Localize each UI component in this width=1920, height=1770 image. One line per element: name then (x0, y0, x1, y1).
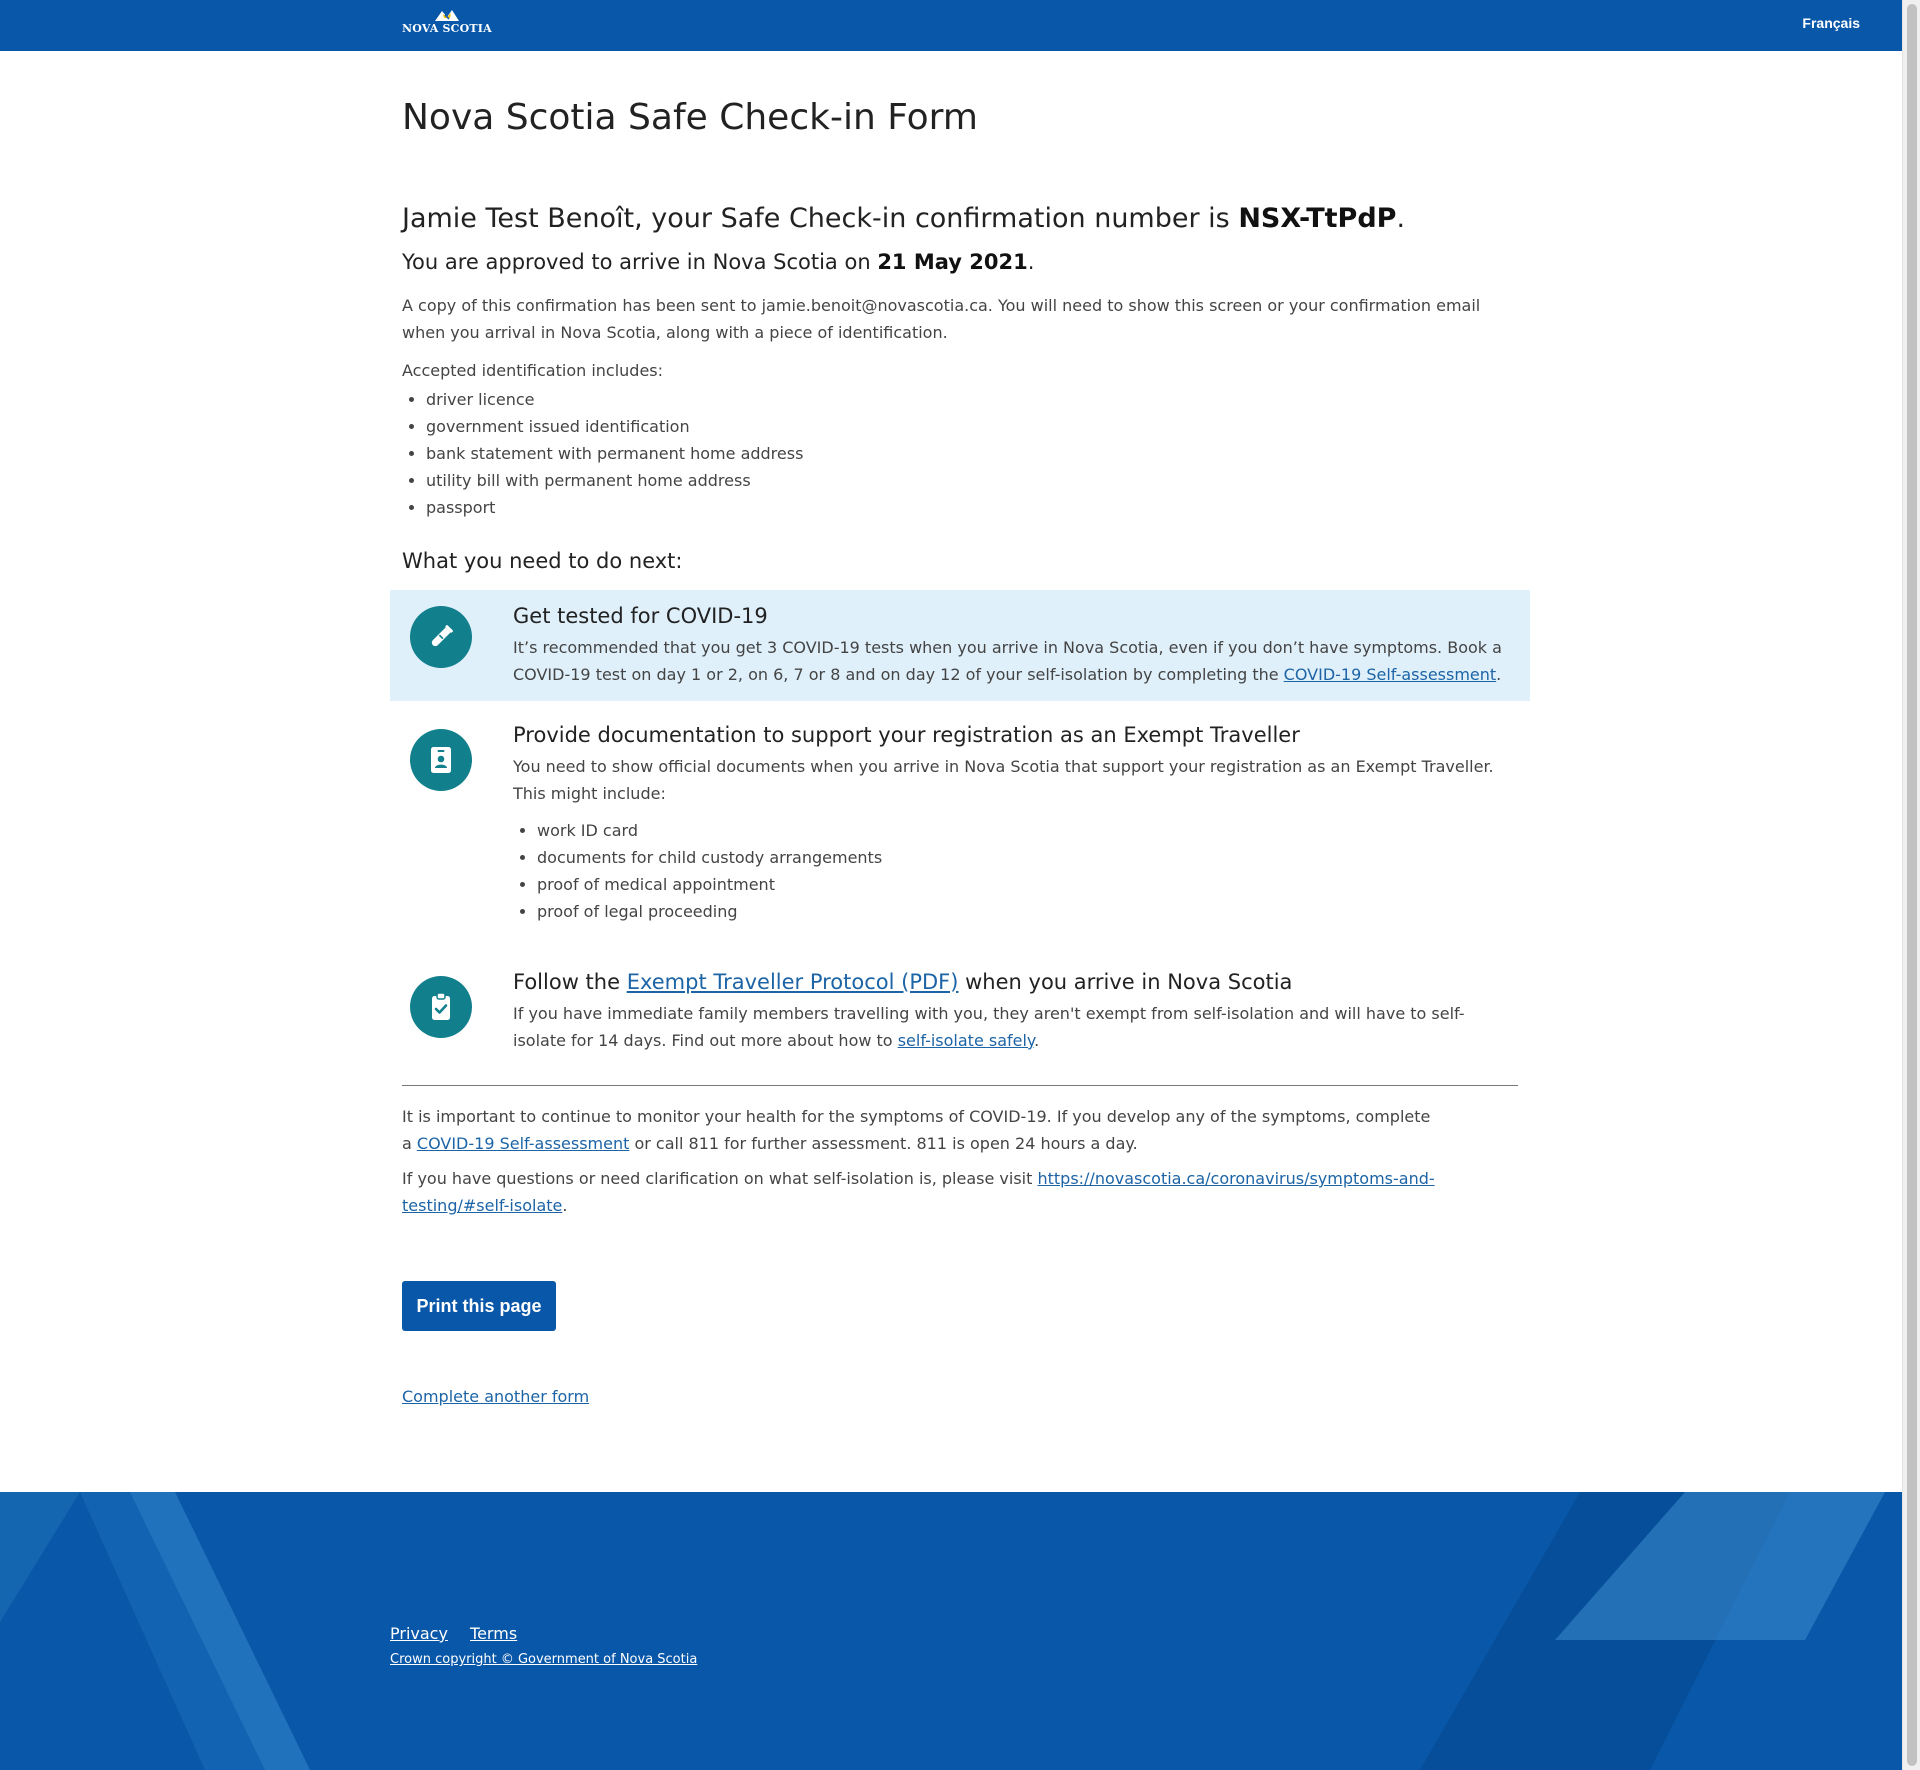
section-divider (402, 1085, 1518, 1086)
self-isolate-safely-link[interactable]: self-isolate safely (898, 1031, 1034, 1050)
list-item: utility bill with permanent home address (426, 467, 803, 494)
text-part: or call 811 for further assessment. 811 … (629, 1134, 1138, 1153)
exempt-traveller-protocol-link[interactable]: Exempt Traveller Protocol (PDF) (627, 970, 959, 994)
documentation-list: work ID card documents for child custody… (513, 817, 1513, 925)
footer-links: Privacy Terms (390, 1624, 534, 1643)
approval-line: You are approved to arrive in Nova Scoti… (402, 250, 1034, 274)
privacy-link[interactable]: Privacy (390, 1624, 448, 1643)
logo-text: NOVA SCOTIA (402, 22, 492, 35)
identification-intro: Accepted identification includes: (402, 361, 664, 380)
terms-link[interactable]: Terms (470, 1624, 517, 1643)
covid-self-assessment-link[interactable]: COVID-19 Self-assessment (1284, 665, 1497, 684)
print-page-button[interactable]: Print this page (402, 1281, 556, 1331)
identification-list: driver licence government issued identif… (402, 386, 803, 521)
page-title: Nova Scotia Safe Check-in Form (402, 97, 978, 138)
list-item: government issued identification (426, 413, 803, 440)
test-tube-icon (410, 606, 472, 668)
top-navigation-bar: NOVA SCOTIA Français (0, 0, 1902, 51)
list-item: proof of legal proceeding (537, 898, 1513, 925)
step-title: Provide documentation to support your re… (513, 723, 1300, 747)
step-body: Provide documentation to support your re… (513, 723, 1513, 925)
step-title-part: Follow the (513, 970, 627, 994)
confirmation-heading: Jamie Test Benoît, your Safe Check-in co… (402, 203, 1405, 234)
list-item: passport (426, 494, 803, 521)
step-provide-documentation: Provide documentation to support your re… (390, 709, 1530, 969)
step-text: It’s recommended that you get 3 COVID-19… (513, 634, 1513, 688)
step-title: Follow the Exempt Traveller Protocol (PD… (513, 970, 1513, 994)
next-steps-heading: What you need to do next: (402, 549, 683, 573)
covid-self-assessment-link[interactable]: COVID-19 Self-assessment (417, 1134, 630, 1153)
step-body: Get tested for COVID-19 It’s recommended… (513, 604, 1513, 688)
language-toggle-link[interactable]: Français (1802, 15, 1860, 31)
list-item: bank statement with permanent home addre… (426, 440, 803, 467)
footer-background-pattern (0, 1492, 1885, 1770)
step-text: You need to show official documents when… (513, 757, 1494, 803)
step-title-part: when you arrive in Nova Scotia (958, 970, 1293, 994)
questions-text: If you have questions or need clarificat… (402, 1165, 1442, 1219)
footer: Privacy Terms Crown copyright © Governme… (0, 1492, 1902, 1770)
approval-suffix: . (1027, 250, 1035, 274)
list-item: driver licence (426, 386, 803, 413)
list-item: documents for child custody arrangements (537, 844, 1513, 871)
step-text-part: . (1496, 665, 1502, 684)
approval-date: 21 May 2021 (877, 250, 1028, 274)
confirmation-copy-text: A copy of this confirmation has been sen… (402, 296, 1481, 342)
nova-scotia-logo[interactable]: NOVA SCOTIA (402, 9, 492, 35)
confirmation-suffix: . (1396, 203, 1406, 234)
monitor-health-text: It is important to continue to monitor y… (402, 1103, 1442, 1157)
confirmation-number: NSX-TtPdP (1238, 203, 1397, 234)
complete-another-form-link[interactable]: Complete another form (402, 1387, 589, 1406)
text-part: If you have questions or need clarificat… (402, 1169, 1038, 1188)
clipboard-check-icon (410, 976, 472, 1038)
step-text: If you have immediate family members tra… (513, 1000, 1513, 1054)
scrollbar[interactable] (1902, 0, 1920, 1770)
scrollbar-thumb[interactable] (1907, 4, 1917, 1766)
id-badge-icon (410, 729, 472, 791)
step-body: Follow the Exempt Traveller Protocol (PD… (513, 970, 1513, 1054)
step-follow-protocol: Follow the Exempt Traveller Protocol (PD… (390, 956, 1530, 1071)
flag-icon (435, 10, 459, 21)
list-item: proof of medical appointment (537, 871, 1513, 898)
confirmation-prefix: Jamie Test Benoît, your Safe Check-in co… (402, 203, 1239, 234)
text-part: . (562, 1196, 568, 1215)
copyright: Crown copyright © Government of Nova Sco… (390, 1652, 697, 1667)
approval-prefix: You are approved to arrive in Nova Scoti… (402, 250, 878, 274)
crown-copyright-link[interactable]: Crown copyright © Government of Nova Sco… (390, 1652, 697, 1667)
step-text-part: . (1034, 1031, 1040, 1050)
step-title: Get tested for COVID-19 (513, 604, 768, 628)
list-item: work ID card (537, 817, 1513, 844)
step-get-tested: Get tested for COVID-19 It’s recommended… (390, 590, 1530, 701)
